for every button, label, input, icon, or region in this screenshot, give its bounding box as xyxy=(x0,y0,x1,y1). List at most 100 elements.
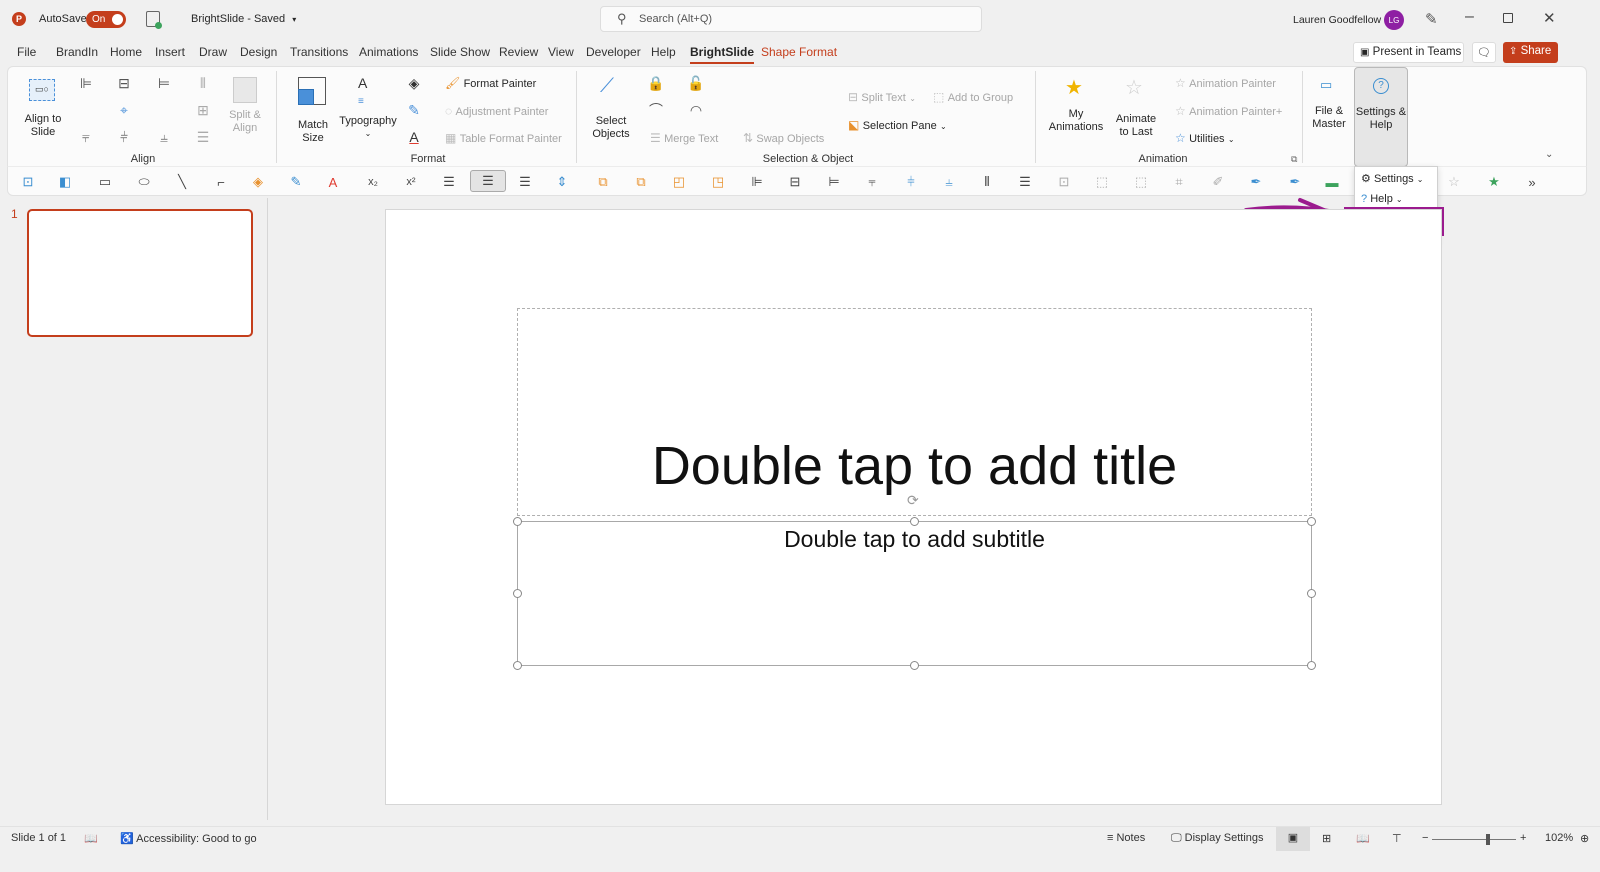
shape-fill-icon[interactable]: ◈ xyxy=(249,174,267,190)
avatar[interactable]: LG xyxy=(1384,10,1404,30)
save-sync-icon[interactable] xyxy=(146,11,162,29)
align-text-right-icon[interactable]: ☰ xyxy=(516,174,534,190)
align-bottom-icon[interactable]: ⫨ xyxy=(940,174,958,190)
eyedropper-icon[interactable]: ✒ xyxy=(1247,174,1265,190)
align-text-left-icon[interactable]: ☰ xyxy=(440,174,458,190)
align-right-icon[interactable]: ⊨ xyxy=(825,174,843,190)
align-top-icon[interactable]: ⫧ xyxy=(863,174,881,190)
file-master-button[interactable]: ▭ File & Master xyxy=(1306,73,1352,143)
lock-icon[interactable]: 🔒 xyxy=(646,73,666,93)
send-backward-icon[interactable]: ⧉ xyxy=(632,174,650,190)
typography-button[interactable]: A ≡ Typography ⌄ xyxy=(338,73,398,143)
font-color-icon[interactable]: A xyxy=(324,174,342,190)
align-text-center-icon[interactable]: ☰ xyxy=(470,170,506,192)
close-icon[interactable]: ✕ xyxy=(1543,9,1556,27)
text-spacing-icon[interactable]: ⇕ xyxy=(553,174,571,190)
align-bottom-icon[interactable]: ⫨ xyxy=(154,127,174,147)
notes-button[interactable]: ≡ Notes xyxy=(1107,832,1145,844)
animation-painter-plus-button[interactable]: ☆ Animation Painter+ xyxy=(1175,104,1282,119)
show-icon[interactable]: ◠ xyxy=(686,100,706,120)
comments-button[interactable]: 🗨 xyxy=(1472,42,1496,63)
share-button[interactable]: ⇪ Share xyxy=(1503,42,1558,63)
align-to-slide-button[interactable]: ▭○ Align to Slide xyxy=(18,73,68,138)
collapse-ribbon-icon[interactable]: ⌄ xyxy=(1545,149,1553,160)
align-vertical-center-icon[interactable]: ⫩ xyxy=(114,127,134,147)
font-color-icon[interactable]: A xyxy=(404,127,424,147)
text-box-icon[interactable]: ⊡ xyxy=(19,174,37,190)
slideshow-icon[interactable]: ⊤ xyxy=(1392,832,1402,845)
animation-painter-button[interactable]: ☆ Animation Painter xyxy=(1175,76,1276,91)
match-size-button[interactable]: Match Size xyxy=(290,73,336,144)
spellcheck-icon[interactable]: 📖 xyxy=(84,832,98,845)
grid-icon[interactable]: ⊞ xyxy=(193,100,213,120)
align-middle-icon[interactable]: ⫩ xyxy=(902,174,920,190)
shapes-icon[interactable]: ◧ xyxy=(56,174,74,190)
resize-handle[interactable] xyxy=(1307,661,1316,670)
tab-view[interactable]: View xyxy=(548,45,574,59)
resize-handle[interactable] xyxy=(1307,517,1316,526)
zoom-out-button[interactable]: − xyxy=(1422,832,1428,844)
designer-icon[interactable]: ✎ xyxy=(1425,10,1438,28)
settings-help-button[interactable]: ? Settings & Help xyxy=(1354,67,1408,167)
resize-handle[interactable] xyxy=(513,589,522,598)
animation-star-icon[interactable]: ☆ xyxy=(1445,174,1463,190)
tab-home[interactable]: Home xyxy=(110,45,142,59)
my-animations-button[interactable]: ★ My Animations xyxy=(1043,73,1109,143)
hide-icon[interactable]: ⌒ xyxy=(646,100,666,120)
rectangle-icon[interactable]: ▭ xyxy=(96,174,114,190)
green-star-icon[interactable]: ★ xyxy=(1485,174,1503,190)
slide-thumbnail[interactable] xyxy=(27,209,253,337)
slide-canvas[interactable]: Double tap to add title Double tap to ad… xyxy=(385,209,1442,805)
align-left-icon[interactable]: ⊫ xyxy=(76,73,96,93)
zoom-level[interactable]: 102% xyxy=(1545,832,1573,844)
tab-insert[interactable]: Insert xyxy=(155,45,185,59)
swap-objects-button[interactable]: ⇅ Swap Objects xyxy=(743,131,824,146)
shape-outline-icon[interactable]: ✎ xyxy=(287,174,305,190)
bring-to-front-icon[interactable]: ◰ xyxy=(670,174,688,190)
oval-icon[interactable]: ⬭ xyxy=(135,174,153,190)
dialog-launcher-icon[interactable]: ⧉ xyxy=(1291,154,1297,165)
zoom-slider[interactable] xyxy=(1432,834,1516,845)
split-text-button[interactable]: ⊟ Split Text ⌄ xyxy=(848,90,916,105)
distribute-vertical-icon[interactable]: ☰ xyxy=(1016,174,1034,190)
edit-points-icon[interactable]: ✐ xyxy=(1209,174,1227,190)
table-format-painter-button[interactable]: ▦ Table Format Painter xyxy=(445,131,562,146)
elbow-connector-icon[interactable]: ⌐ xyxy=(212,174,230,190)
group-icon[interactable]: ⊡ xyxy=(1055,174,1073,190)
adjustment-painter-button[interactable]: ◌ Adjustment Painter xyxy=(445,104,548,119)
ungroup-icon[interactable]: ⬚ xyxy=(1093,174,1111,190)
zoom-slider-thumb[interactable] xyxy=(1486,834,1491,845)
resize-handle[interactable] xyxy=(513,661,522,670)
fit-to-window-icon[interactable]: ⊕ xyxy=(1580,832,1589,845)
merge-text-button[interactable]: ☰ Merge Text xyxy=(650,131,718,146)
add-to-group-button[interactable]: ⬚ Add to Group xyxy=(933,90,1013,105)
outline-color-icon[interactable]: ✎ xyxy=(404,100,424,120)
guides-icon[interactable]: ▬ xyxy=(1323,174,1341,190)
tab-transitions[interactable]: Transitions xyxy=(290,45,348,59)
align-center-icon[interactable]: ⊟ xyxy=(114,73,134,93)
menu-item-settings[interactable]: ⚙ Settings ⌄ xyxy=(1361,172,1423,185)
line-icon[interactable]: ╲ xyxy=(173,174,191,190)
bring-forward-icon[interactable]: ⧉ xyxy=(594,174,612,190)
format-painter-button[interactable]: 🖌 Format Painter xyxy=(445,76,536,91)
autosave-toggle[interactable]: On xyxy=(86,11,126,28)
fill-color-icon[interactable]: ◈ xyxy=(404,73,424,93)
zoom-in-button[interactable]: + xyxy=(1520,832,1526,844)
reading-view-icon[interactable]: 📖 xyxy=(1356,832,1370,845)
subtitle-placeholder[interactable]: Double tap to add subtitle ⟳ xyxy=(513,492,1316,670)
tab-shape-format[interactable]: Shape Format xyxy=(761,45,837,59)
restore-icon[interactable] xyxy=(1503,13,1513,23)
tab-help[interactable]: Help xyxy=(651,45,676,59)
tab-developer[interactable]: Developer xyxy=(586,45,641,59)
align-top-icon[interactable]: ⫧ xyxy=(76,127,96,147)
send-to-back-icon[interactable]: ◳ xyxy=(709,174,727,190)
resize-handle[interactable] xyxy=(910,661,919,670)
selection-pane-button[interactable]: ⬕ Selection Pane ⌄ xyxy=(848,118,947,133)
animate-to-last-button[interactable]: ☆ Animate to Last xyxy=(1111,73,1161,143)
accessibility-status[interactable]: ♿ Accessibility: Good to go xyxy=(120,832,257,845)
tab-design[interactable]: Design xyxy=(240,45,277,59)
tab-review[interactable]: Review xyxy=(499,45,538,59)
align-left-icon[interactable]: ⊫ xyxy=(748,174,766,190)
unlock-icon[interactable]: 🔓 xyxy=(686,73,706,93)
eyedropper-outline-icon[interactable]: ✒ xyxy=(1286,174,1304,190)
